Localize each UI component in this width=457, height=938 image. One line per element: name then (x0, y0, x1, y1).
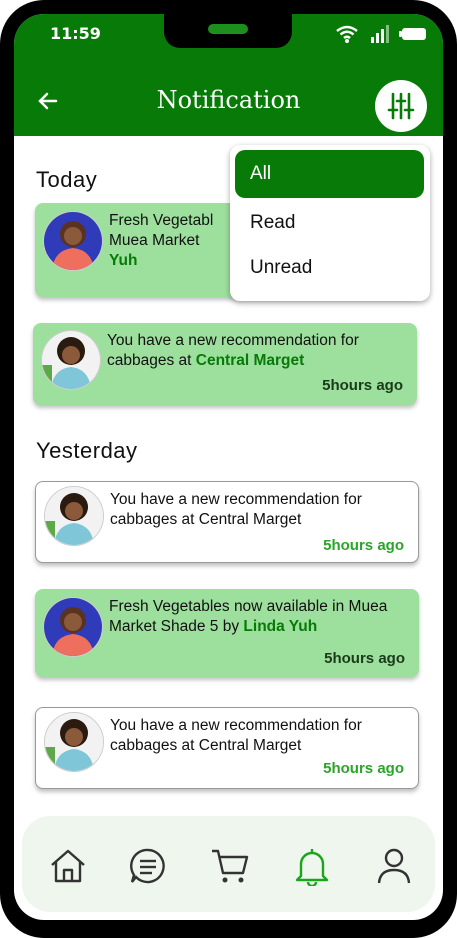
section-today-heading: Today (36, 167, 98, 192)
bell-icon[interactable] (292, 846, 332, 886)
status-icons (335, 24, 427, 44)
phone-frame: 11:59 Notification Today Fresh Vegetabl … (0, 0, 457, 938)
sliders-icon (387, 92, 415, 120)
notch-speaker (208, 24, 248, 34)
filter-option-read[interactable]: Read (250, 212, 295, 234)
notification-time: 5hours ago (322, 377, 403, 394)
section-yesterday-heading: Yesterday (36, 438, 138, 463)
avatar (43, 597, 103, 657)
avatar (41, 330, 101, 390)
notification-card[interactable]: Fresh Vegetables now available in Muea M… (35, 589, 419, 677)
notification-time: 5hours ago (324, 650, 405, 667)
avatar-photo (44, 598, 102, 656)
notification-time: 5hours ago (323, 537, 404, 554)
avatar (44, 486, 104, 546)
filter-option-unread[interactable]: Unread (250, 257, 312, 279)
battery-icon (399, 28, 426, 40)
bottom-nav (22, 816, 435, 912)
notification-card[interactable]: You have a new recommendation for cabbag… (35, 707, 419, 789)
filter-button[interactable] (375, 80, 427, 132)
avatar (43, 211, 103, 271)
signal-icon (371, 25, 389, 43)
notification-text: You have a new recommendation for cabbag… (107, 332, 359, 369)
app-header: 11:59 Notification (14, 14, 443, 136)
avatar-photo (45, 487, 103, 545)
filter-dropdown: All Read Unread (230, 145, 430, 301)
user-icon[interactable] (374, 846, 414, 886)
filter-option-all[interactable]: All (250, 163, 271, 185)
notification-text: Fresh Vegetables now available in Muea M… (109, 598, 388, 635)
avatar-photo (45, 713, 103, 771)
cart-icon[interactable] (210, 846, 250, 886)
notification-card[interactable]: You have a new recommendation for cabbag… (33, 323, 417, 405)
notification-card[interactable]: You have a new recommendation for cabbag… (35, 481, 419, 563)
avatar (44, 712, 104, 772)
phone-notch (164, 14, 292, 48)
notification-text: You have a new recommendation for cabbag… (110, 491, 362, 528)
home-icon[interactable] (48, 846, 88, 886)
app-screen: 11:59 Notification Today Fresh Vegetabl … (14, 14, 443, 920)
messages-icon[interactable] (128, 846, 168, 886)
avatar-photo (42, 331, 100, 389)
avatar-photo (44, 212, 102, 270)
wifi-icon (336, 25, 358, 43)
status-time: 11:59 (50, 24, 101, 43)
notification-time: 5hours ago (323, 760, 404, 777)
notification-text: You have a new recommendation for cabbag… (110, 717, 362, 754)
